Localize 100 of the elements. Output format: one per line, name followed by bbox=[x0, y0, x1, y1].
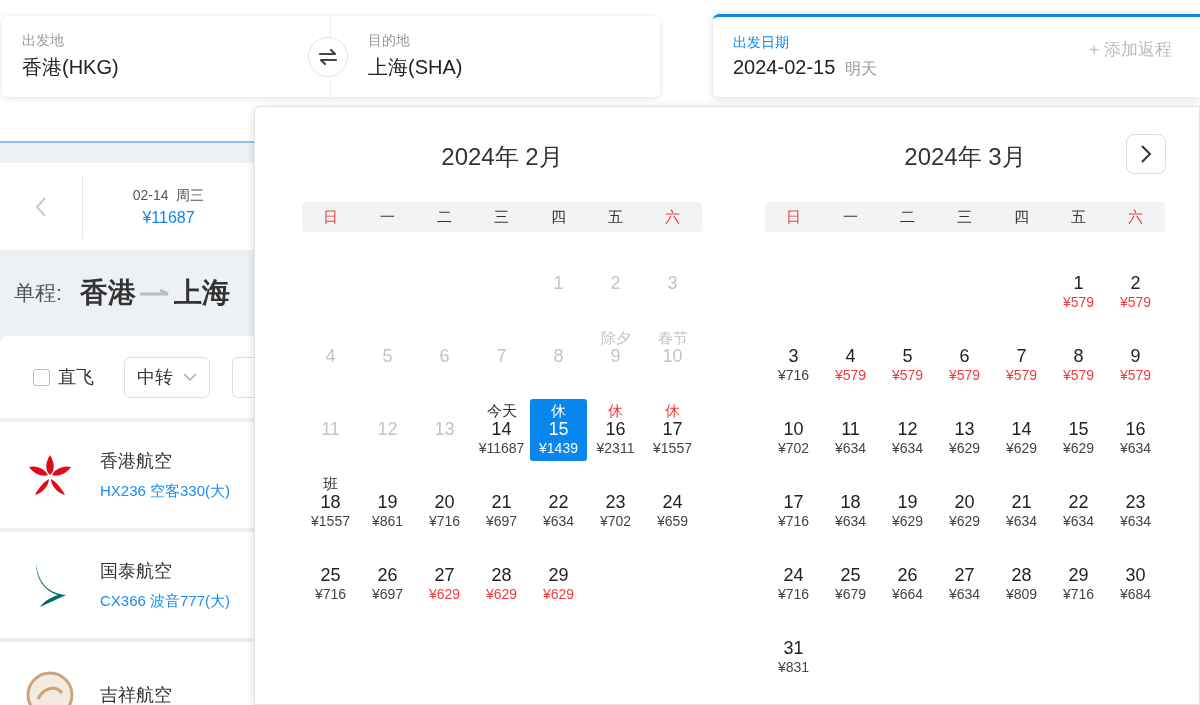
calendar-day[interactable]: 休 16 ¥2311 bbox=[587, 399, 644, 461]
calendar-day[interactable]: 16 ¥634 bbox=[1107, 399, 1164, 461]
day-price: ¥716 bbox=[428, 512, 461, 530]
day-price: ¥684 bbox=[1119, 585, 1152, 603]
filter-dropdown[interactable]: 中转 bbox=[124, 356, 210, 398]
calendar-day[interactable]: 18 ¥634 bbox=[822, 472, 879, 534]
weekday-label: 一 bbox=[379, 207, 396, 227]
day-number: 24 bbox=[662, 492, 683, 512]
calendar-day[interactable]: 休 17 ¥1557 bbox=[644, 399, 701, 461]
date-field[interactable]: 出发日期 2024-02-15 明天 + 添加返程 bbox=[713, 14, 1200, 97]
day-price: ¥659 bbox=[656, 512, 689, 530]
swap-button[interactable] bbox=[308, 36, 348, 77]
calendar-day[interactable]: 19 ¥629 bbox=[879, 472, 936, 534]
calendar-day[interactable]: 8 ¥579 bbox=[1050, 326, 1107, 388]
day-number: 7 bbox=[496, 346, 507, 366]
calendar-day[interactable]: 3 ¥716 bbox=[765, 326, 822, 388]
day-price: ¥716 bbox=[1062, 585, 1095, 603]
calendar-day[interactable]: 7 ¥579 bbox=[993, 326, 1050, 388]
weekday-label: 六 bbox=[664, 207, 681, 227]
destination-field[interactable]: 目的地 上海(SHA) bbox=[348, 16, 660, 97]
calendar-day[interactable]: 26 ¥664 bbox=[879, 545, 936, 607]
day-price: ¥702 bbox=[777, 439, 810, 457]
day-number: 6 bbox=[959, 346, 970, 366]
calendar-day[interactable]: 26 ¥697 bbox=[359, 545, 416, 607]
day-price: ¥716 bbox=[314, 585, 347, 603]
day-price: ¥579 bbox=[891, 366, 924, 384]
day-number: 3 bbox=[667, 273, 678, 293]
day-note: 休 bbox=[665, 403, 680, 419]
calendar-day[interactable]: 27 ¥629 bbox=[416, 545, 473, 607]
calendar-day[interactable]: 25 ¥679 bbox=[822, 545, 879, 607]
day-price: ¥634 bbox=[1119, 512, 1152, 530]
next-month-button[interactable] bbox=[1126, 134, 1166, 174]
calendar-day[interactable]: 24 ¥716 bbox=[765, 545, 822, 607]
flight-row[interactable]: 吉祥航空 bbox=[0, 642, 254, 705]
day-number: 12 bbox=[897, 419, 918, 439]
calendar-day[interactable]: 31 ¥831 bbox=[765, 618, 822, 680]
day-number: 22 bbox=[1068, 492, 1089, 512]
calendar-day[interactable]: 19 ¥861 bbox=[359, 472, 416, 534]
day-price: ¥664 bbox=[891, 585, 924, 603]
origin-field[interactable]: 出发地 香港(HKG) bbox=[2, 16, 308, 97]
date-tab[interactable]: 02-14 周三 ¥11687 bbox=[83, 186, 254, 227]
airline-name: 国泰航空 bbox=[100, 560, 173, 583]
day-note: 春节 bbox=[657, 330, 688, 346]
day-price: ¥1557 bbox=[311, 512, 350, 530]
direct-checkbox[interactable]: 直飞 bbox=[33, 365, 94, 389]
calendar-day[interactable]: 6 ¥579 bbox=[936, 326, 993, 388]
calendar-day[interactable]: 27 ¥634 bbox=[936, 545, 993, 607]
day-number: 25 bbox=[320, 565, 341, 585]
calendar-day[interactable]: 22 ¥634 bbox=[1050, 472, 1107, 534]
calendar-day[interactable]: 4 ¥579 bbox=[822, 326, 879, 388]
weekday-label: 三 bbox=[956, 207, 973, 227]
day-price: ¥579 bbox=[1062, 293, 1095, 311]
calendar-day[interactable]: 9 ¥579 bbox=[1107, 326, 1164, 388]
calendar-day[interactable]: 17 ¥716 bbox=[765, 472, 822, 534]
calendar-day[interactable]: 21 ¥634 bbox=[993, 472, 1050, 534]
calendar-day[interactable]: 20 ¥629 bbox=[936, 472, 993, 534]
calendar-day[interactable]: 28 ¥809 bbox=[993, 545, 1050, 607]
calendar-day[interactable]: 21 ¥697 bbox=[473, 472, 530, 534]
calendar-day[interactable]: 23 ¥634 bbox=[1107, 472, 1164, 534]
flight-row[interactable]: 香港航空 HX236 空客330(大) bbox=[0, 422, 254, 528]
day-number: 18 bbox=[840, 492, 861, 512]
day-price: ¥697 bbox=[485, 512, 518, 530]
calendar-day[interactable]: 14 ¥629 bbox=[993, 399, 1050, 461]
calendar-day[interactable]: 29 ¥716 bbox=[1050, 545, 1107, 607]
calendar-day[interactable]: 休 15 ¥1439 bbox=[530, 399, 587, 461]
calendar-day[interactable]: 13 ¥629 bbox=[936, 399, 993, 461]
day-number: 14 bbox=[491, 419, 512, 439]
calendar-day[interactable]: 1 ¥579 bbox=[1050, 253, 1107, 315]
day-number: 26 bbox=[897, 565, 918, 585]
calendar-day[interactable]: 25 ¥716 bbox=[302, 545, 359, 607]
day-price: ¥861 bbox=[371, 512, 404, 530]
calendar-day[interactable]: 今天 14 ¥11687 bbox=[473, 399, 530, 461]
calendar-day[interactable]: 2 ¥579 bbox=[1107, 253, 1164, 315]
calendar-day[interactable]: 24 ¥659 bbox=[644, 472, 701, 534]
calendar-day[interactable]: 15 ¥629 bbox=[1050, 399, 1107, 461]
chevron-right-icon bbox=[1140, 144, 1152, 164]
calendar-day[interactable]: 30 ¥684 bbox=[1107, 545, 1164, 607]
calendar-day[interactable]: 5 ¥579 bbox=[879, 326, 936, 388]
day-number: 5 bbox=[382, 346, 393, 366]
day-number: 17 bbox=[783, 492, 804, 512]
day-number: 7 bbox=[1016, 346, 1027, 366]
airline-name: 香港航空 bbox=[100, 450, 173, 473]
calendar-day[interactable]: 28 ¥629 bbox=[473, 545, 530, 607]
calendar-day[interactable]: 12 ¥634 bbox=[879, 399, 936, 461]
day-number: 20 bbox=[434, 492, 455, 512]
calendar-day[interactable]: 20 ¥716 bbox=[416, 472, 473, 534]
calendar-day[interactable]: 11 ¥634 bbox=[822, 399, 879, 461]
day-number: 14 bbox=[1011, 419, 1032, 439]
day-price: ¥579 bbox=[1119, 366, 1152, 384]
calendar-day[interactable]: 班 18 ¥1557 bbox=[302, 472, 359, 534]
checkbox[interactable] bbox=[33, 368, 50, 386]
day-number: 11 bbox=[321, 419, 340, 439]
calendar-day[interactable]: 22 ¥634 bbox=[530, 472, 587, 534]
weekday-label: 五 bbox=[1070, 207, 1087, 227]
day-number: 24 bbox=[783, 565, 804, 585]
flight-row[interactable]: 国泰航空 CX366 波音777(大) bbox=[0, 532, 254, 638]
calendar-day[interactable]: 29 ¥629 bbox=[530, 545, 587, 607]
calendar-day[interactable]: 10 ¥702 bbox=[765, 399, 822, 461]
calendar-day[interactable]: 23 ¥702 bbox=[587, 472, 644, 534]
day-number: 8 bbox=[1073, 346, 1084, 366]
